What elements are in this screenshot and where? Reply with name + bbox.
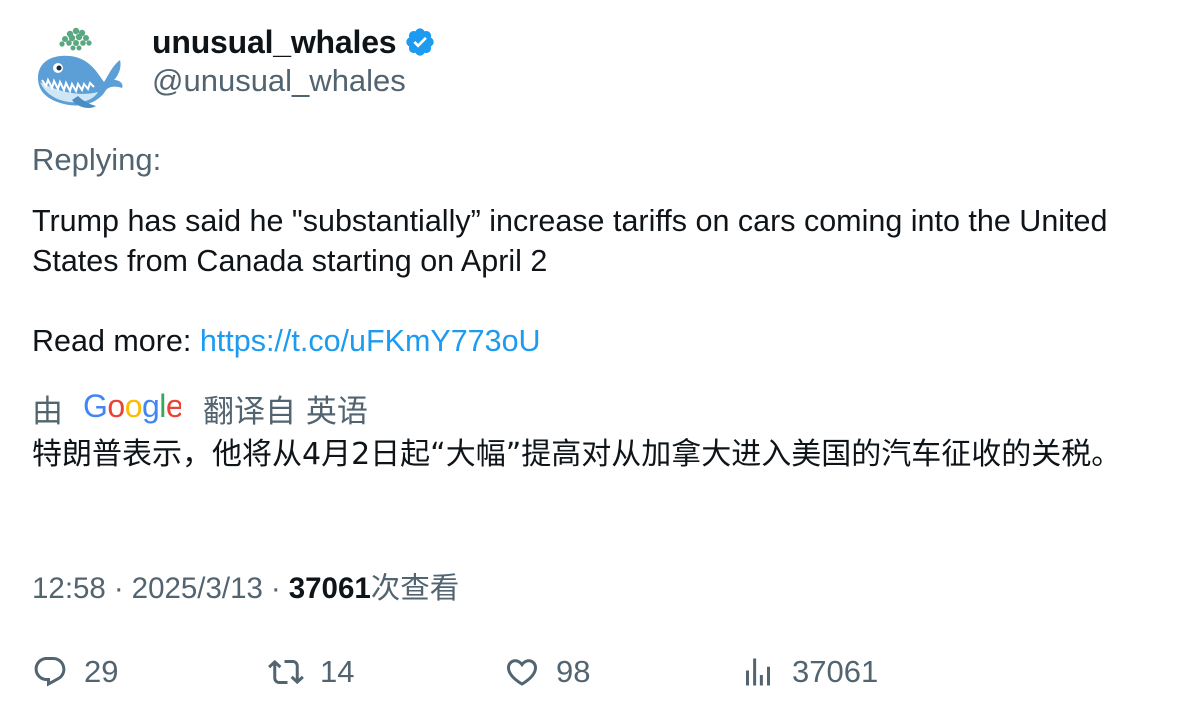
translation-attribution[interactable]: 由 Google 翻译自 英语 bbox=[32, 387, 368, 430]
retweet-count: 14 bbox=[320, 654, 355, 689]
views-action-count: 37061 bbox=[792, 654, 879, 689]
tweet-time[interactable]: 12:58 bbox=[32, 572, 106, 606]
author-name-row[interactable]: unusual_whales bbox=[152, 22, 436, 62]
verified-badge-icon bbox=[406, 28, 435, 56]
reply-icon bbox=[34, 657, 66, 687]
retweet-icon bbox=[268, 659, 304, 685]
svg-text:Google: Google bbox=[83, 390, 181, 424]
tweet-date[interactable]: 2025/3/13 bbox=[132, 572, 263, 606]
google-logo-icon: Google bbox=[83, 390, 181, 424]
like-count: 98 bbox=[556, 654, 591, 689]
views-label: 次查看 bbox=[370, 571, 460, 605]
meta-separator: · bbox=[113, 572, 124, 605]
tweet-text: Trump has said he "substantially” increa… bbox=[32, 201, 1172, 281]
read-more-line: Read more: https://t.co/uFKmY773oU bbox=[32, 321, 541, 361]
tweet-body: Trump has said he "substantially” increa… bbox=[32, 204, 1108, 278]
views-count: 37061 bbox=[288, 572, 371, 605]
views-button[interactable]: 37061 bbox=[740, 650, 878, 694]
translated-text: 特朗普表示，他将从4月2日起“大幅”提高对从加拿大进入美国的汽车征收的关税。 bbox=[32, 437, 1122, 472]
retweet-button[interactable]: 14 bbox=[268, 650, 354, 694]
translated-from-label: 翻译自 英语 bbox=[203, 393, 368, 430]
author-handle[interactable]: @unusual_whales bbox=[152, 63, 406, 99]
heart-icon bbox=[506, 659, 538, 686]
author-avatar[interactable] bbox=[32, 26, 126, 112]
tweet-link[interactable]: https://t.co/uFKmY773oU bbox=[200, 324, 541, 358]
tweet-actions: 29 14 98 37061 bbox=[32, 650, 1162, 694]
translated-by-label: 由 bbox=[32, 393, 63, 430]
meta-separator-2: · bbox=[270, 572, 281, 605]
analytics-bar-chart-icon bbox=[746, 658, 770, 686]
whale-avatar-icon bbox=[38, 27, 123, 108]
author-display-name[interactable]: unusual_whales bbox=[152, 24, 397, 61]
like-button[interactable]: 98 bbox=[504, 650, 590, 694]
replying-label: Replying: bbox=[32, 142, 162, 177]
reply-button[interactable]: 29 bbox=[32, 650, 118, 694]
reply-count: 29 bbox=[84, 654, 119, 689]
read-more-label: Read more: bbox=[32, 324, 200, 358]
tweet-meta: 12:58 · 2025/3/13 · 37061 次查看 bbox=[32, 565, 459, 607]
